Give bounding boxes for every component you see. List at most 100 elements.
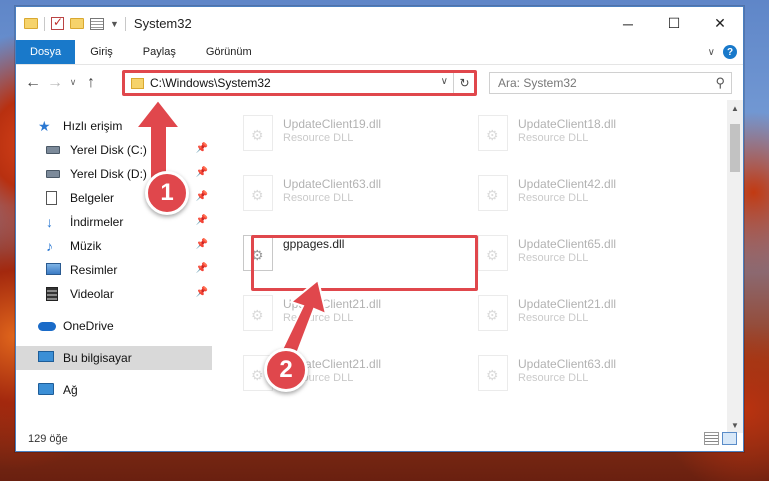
recent-locations-dropdown[interactable]: ∨ (66, 77, 80, 88)
sidebar-item-quick-access[interactable]: ★ Hızlı erişim (16, 114, 212, 138)
file-type: Resource DLL (283, 312, 354, 324)
sidebar-item-label: OneDrive (63, 319, 114, 333)
ribbon-right-controls: ∨ ? (708, 45, 737, 59)
up-button[interactable]: ↑ (80, 74, 102, 92)
dll-file-icon (478, 115, 508, 151)
file-name: UpdateClient19.dll (283, 117, 382, 131)
search-input[interactable] (498, 76, 698, 90)
step-2-badge: 2 (264, 348, 308, 392)
tab-paylas[interactable]: Paylaş (128, 40, 191, 64)
dll-file-icon (478, 355, 508, 391)
file-item[interactable]: UpdateClient19.dll Resource DLL (233, 105, 453, 161)
pin-icon[interactable]: 📌 (196, 167, 208, 178)
computer-icon (38, 351, 54, 362)
dll-file-icon (478, 295, 508, 331)
sidebar-item-label: Yerel Disk (C:) (70, 143, 147, 157)
sidebar-item-videolar[interactable]: Videolar 📌 (16, 282, 212, 306)
dll-file-icon (478, 175, 508, 211)
file-item[interactable]: UpdateClient63.dll Resource DLL (233, 165, 453, 221)
customize-toolbar-dropdown[interactable]: ▼ (110, 19, 119, 29)
tab-dosya[interactable]: Dosya (16, 40, 76, 64)
file-type: Resource DLL (283, 192, 354, 204)
network-icon (38, 383, 54, 395)
scrollbar-thumb[interactable] (730, 124, 740, 172)
pin-icon[interactable]: 📌 (196, 215, 208, 226)
search-icon[interactable]: ⚲ (715, 75, 725, 91)
close-button[interactable]: ✕ (697, 7, 743, 40)
pin-icon[interactable]: 📌 (196, 239, 208, 250)
forward-button[interactable]: → (44, 74, 66, 92)
details-view-icon[interactable] (704, 432, 719, 445)
file-item[interactable]: UpdateClient65.dll Resource DLL (468, 225, 688, 281)
file-type: Resource DLL (518, 312, 589, 324)
sidebar-item-this-pc[interactable]: Bu bilgisayar (16, 346, 212, 370)
sidebar-item-network[interactable]: Ağ (16, 378, 212, 402)
window-controls: ─ ☐ ✕ (605, 7, 743, 40)
folder-icon[interactable] (24, 18, 38, 29)
file-item[interactable]: UpdateClient63.dll Resource DLL (468, 345, 688, 401)
sidebar-item-muzik[interactable]: ♪ Müzik 📌 (16, 234, 212, 258)
scroll-up-icon[interactable]: ▲ (727, 100, 743, 116)
properties-icon[interactable] (90, 17, 104, 30)
pin-icon[interactable]: 📌 (196, 143, 208, 154)
maximize-button[interactable]: ☐ (651, 7, 697, 40)
file-item[interactable]: UpdateClient18.dll Resource DLL (468, 105, 688, 161)
minimize-button[interactable]: ─ (605, 7, 651, 40)
file-item[interactable]: UpdateClient42.dll Resource DLL (468, 165, 688, 221)
ribbon-tabs: Dosya Giriş Paylaş Görünüm ∨ ? (16, 40, 743, 64)
file-name: UpdateClient65.dll (518, 237, 617, 251)
file-type: Resource DLL (518, 252, 589, 264)
properties-check-icon[interactable] (51, 15, 64, 30)
file-type: Resource DLL (518, 372, 589, 384)
pin-icon[interactable]: 📌 (196, 287, 208, 298)
address-dropdown[interactable]: ∨ (441, 76, 448, 87)
disk-icon (46, 146, 60, 154)
tiles-view-icon[interactable] (722, 432, 737, 445)
dll-file-icon (478, 235, 508, 271)
sidebar-item-label: İndirmeler (70, 215, 124, 229)
folder-icon (131, 77, 144, 89)
dll-file-icon (243, 175, 273, 211)
title-bar: ▼ System32 ─ ☐ ✕ (16, 7, 743, 40)
pictures-icon (46, 263, 61, 275)
window-title: System32 (133, 16, 192, 31)
file-type: Resource DLL (518, 192, 589, 204)
cloud-icon (38, 322, 56, 331)
sidebar-item-label: Resimler (70, 263, 118, 277)
file-name: UpdateClient63.dll (518, 357, 617, 371)
navigation-pane: ★ Hızlı erişim Yerel Disk (C:) 📌 Yerel D… (16, 100, 212, 420)
pin-icon[interactable]: 📌 (196, 263, 208, 274)
sidebar-item-label: Yerel Disk (D:) (70, 167, 147, 181)
tab-giris[interactable]: Giriş (75, 40, 128, 64)
file-name: UpdateClient63.dll (283, 177, 382, 191)
music-icon: ♪ (46, 238, 53, 254)
document-icon (46, 191, 57, 205)
sidebar-item-onedrive[interactable]: OneDrive (16, 314, 212, 338)
new-folder-icon[interactable] (70, 18, 84, 29)
item-count: 129 öğe (28, 433, 68, 445)
vertical-scrollbar[interactable]: ▲ ▼ (727, 100, 743, 433)
video-icon (46, 287, 58, 301)
tab-gorunum[interactable]: Görünüm (191, 40, 267, 64)
file-type: Resource DLL (283, 132, 354, 144)
sidebar-item-resimler[interactable]: Resimler 📌 (16, 258, 212, 282)
sidebar-item-label: Belgeler (70, 191, 115, 205)
file-type: Resource DLL (518, 132, 589, 144)
file-item[interactable]: UpdateClient21.dll Resource DLL (233, 285, 453, 341)
file-item[interactable]: UpdateClient21.dll Resource DLL (468, 285, 688, 341)
refresh-button[interactable]: ↻ (453, 73, 475, 93)
sidebar-item-label: Ağ (63, 383, 78, 397)
status-bar: 129 öğe (16, 427, 743, 451)
address-path[interactable]: C:\Windows\System32 (150, 76, 271, 90)
help-icon[interactable]: ? (723, 45, 737, 59)
search-box[interactable]: ⚲ (489, 72, 732, 94)
sidebar-item-label: Hızlı erişim (63, 119, 123, 133)
chevron-down-icon[interactable]: ∨ (708, 47, 715, 58)
file-name: UpdateClient21.dll (283, 297, 382, 311)
explorer-window: ▼ System32 ─ ☐ ✕ Dosya Giriş Paylaş Görü… (15, 6, 744, 452)
address-bar[interactable]: C:\Windows\System32 ∨ ↻ (124, 72, 476, 94)
pin-icon[interactable]: 📌 (196, 191, 208, 202)
sidebar-item-disk-c[interactable]: Yerel Disk (C:) 📌 (16, 138, 212, 162)
sidebar-item-indirmeler[interactable]: ↓ İndirmeler 📌 (16, 210, 212, 234)
back-button[interactable]: ← (22, 74, 44, 92)
